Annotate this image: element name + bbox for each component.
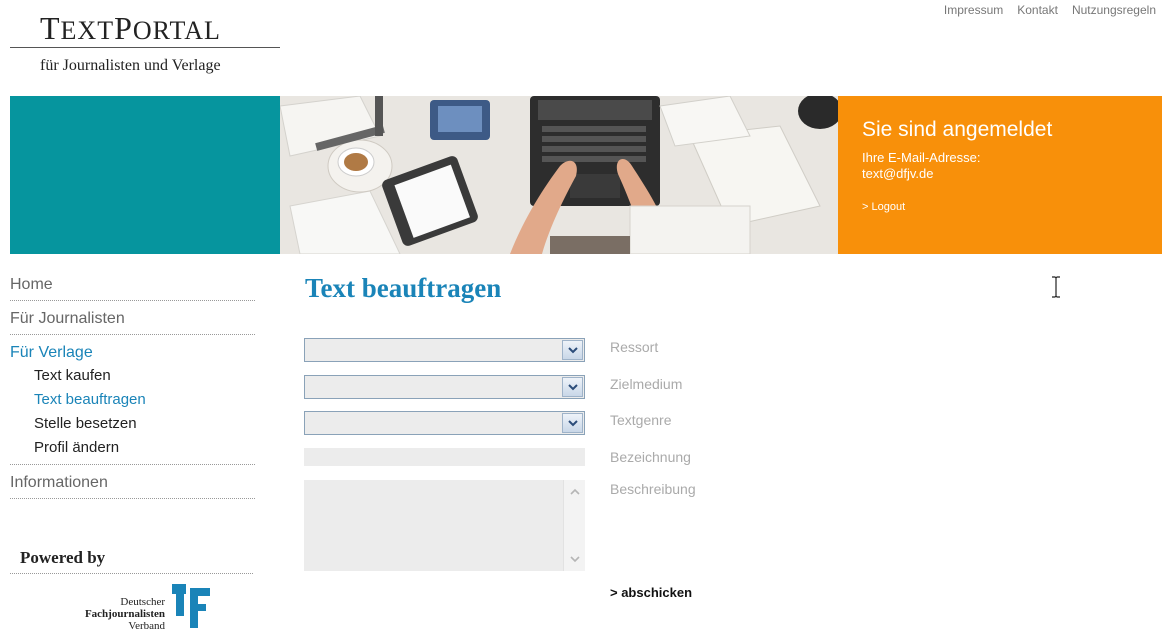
beschreibung-label: Beschreibung [610, 481, 696, 497]
nav-subitem-profil-aendern[interactable]: Profil ändern [34, 436, 255, 460]
impressum-link[interactable]: Impressum [944, 3, 1003, 17]
nav-group-publishers: Für Verlage Text kaufen Text beauftragen… [10, 340, 255, 465]
kontakt-link[interactable]: Kontakt [1017, 3, 1058, 17]
textgenre-label: Textgenre [610, 412, 672, 428]
text-cursor-icon [1051, 276, 1061, 303]
logo-divider [10, 47, 280, 48]
nav-item-home[interactable]: Home [10, 272, 255, 301]
zielmedium-label: Zielmedium [610, 376, 683, 392]
bezeichnung-label: Bezeichnung [610, 449, 691, 465]
sidebar-nav: Home Für Journalisten Für Verlage Text k… [10, 272, 255, 499]
nutzungsregeln-link[interactable]: Nutzungsregeln [1072, 3, 1156, 17]
nav-subitem-text-kaufen[interactable]: Text kaufen [34, 364, 255, 388]
textarea-scrollbar[interactable] [563, 480, 585, 571]
logo-letter: P [114, 10, 133, 46]
banner-teal-block [10, 96, 280, 254]
submit-link[interactable]: > abschicken [610, 585, 692, 600]
beschreibung-textarea[interactable] [304, 480, 585, 571]
dfjv-logo-mark-icon [172, 584, 210, 628]
logout-link[interactable]: > Logout [862, 201, 1138, 213]
email-label: Ihre E-Mail-Adresse: [862, 150, 981, 165]
dfjv-name-line2: Fachjournalisten [84, 608, 165, 620]
bezeichnung-input[interactable] [304, 448, 585, 466]
logo-letters: EXT [60, 16, 115, 45]
nav-item-informationen[interactable]: Informationen [10, 470, 255, 499]
login-status-panel: Sie sind angemeldet Ihre E-Mail-Adresse:… [838, 96, 1162, 254]
login-status-heading: Sie sind angemeldet [862, 118, 1053, 141]
ressort-label: Ressort [610, 339, 659, 355]
email-value: text@dfjv.de [862, 166, 934, 181]
chevron-down-icon[interactable] [562, 413, 583, 433]
zielmedium-select[interactable] [304, 375, 585, 399]
logo-letters: ORTAL [132, 16, 221, 45]
logo-subtitle: für Journalisten und Verlage [40, 57, 221, 74]
chevron-down-icon[interactable] [562, 340, 583, 360]
nav-item-journalists[interactable]: Für Journalisten [10, 306, 255, 335]
scroll-down-icon[interactable] [566, 551, 583, 568]
ressort-select[interactable] [304, 338, 585, 362]
nav-item-publishers[interactable]: Für Verlage [10, 340, 255, 364]
powered-divider [10, 573, 253, 574]
dfjv-name-line3: Verband [128, 620, 165, 632]
scroll-up-icon[interactable] [566, 483, 583, 500]
logo-letter: T [40, 10, 61, 46]
nav-subitem-stelle-besetzen[interactable]: Stelle besetzen [34, 412, 255, 436]
dfjv-logo[interactable]: Deutscher Fachjournalisten Verband [62, 584, 222, 632]
dfjv-name-line1: Deutscher [120, 596, 165, 608]
chevron-down-icon[interactable] [562, 377, 583, 397]
textgenre-select[interactable] [304, 411, 585, 435]
top-links: Impressum Kontakt Nutzungsregeln [944, 3, 1156, 17]
page-title: Text beauftragen [305, 273, 502, 303]
banner-desk-photo [280, 96, 838, 254]
site-logo-title[interactable]: TEXTPORTAL [40, 10, 221, 47]
nav-subitem-text-beauftragen[interactable]: Text beauftragen [34, 388, 255, 412]
powered-by-label: Powered by [20, 548, 106, 567]
desk-photo-illustration [280, 96, 838, 254]
